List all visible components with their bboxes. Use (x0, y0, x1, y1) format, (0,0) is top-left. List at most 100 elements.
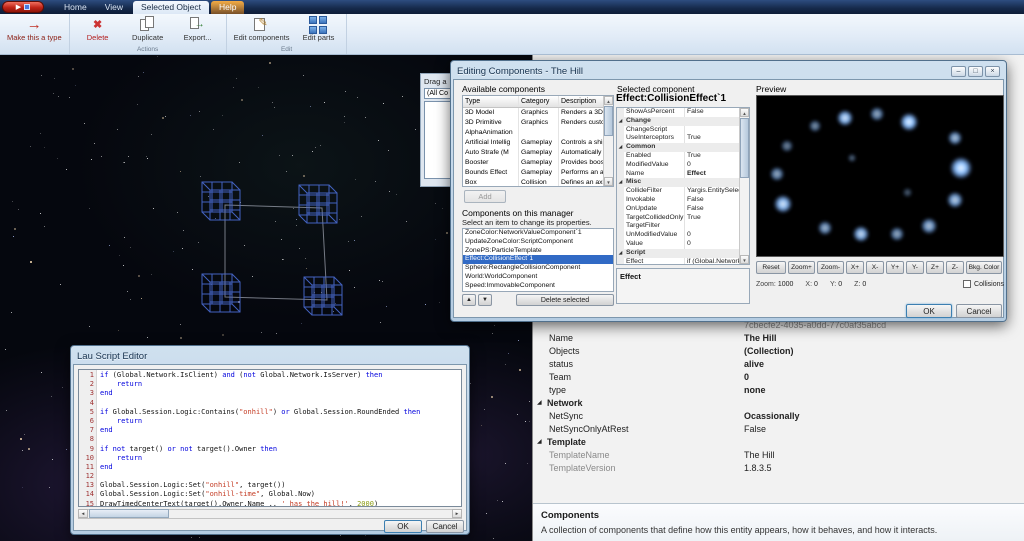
manager-component-item[interactable]: Effect:CollisionEffect`1 (463, 255, 613, 264)
manager-components-list[interactable]: ZoneColor:NetworkValueComponent`1UpdateZ… (462, 228, 614, 292)
ribbon-button-duplicate[interactable]: Duplicate (123, 15, 173, 42)
property-row-templatename[interactable]: TemplateNameThe Hill (533, 448, 1024, 461)
grid-row-targetcollidedonly[interactable]: TargetCollidedOnlyTrue (617, 214, 739, 223)
preview-button-x[interactable]: X- (866, 261, 884, 274)
scrollbar-thumb[interactable] (740, 118, 749, 178)
code-area[interactable]: if (Global.Network.IsClient) and (not Gl… (97, 370, 461, 506)
column-header-description[interactable]: Description (559, 96, 603, 107)
add-component-button[interactable]: Add (464, 190, 506, 203)
titlebar[interactable]: ▶ HomeViewSelected ObjectHelp (0, 0, 1024, 14)
grid-row-effect[interactable]: Effectif (Global.Network.I (617, 258, 739, 265)
ribbon-tab-selected-object[interactable]: Selected Object (133, 1, 209, 14)
preview-button-reset[interactable]: Reset (756, 261, 786, 274)
minimize-icon[interactable]: – (951, 66, 966, 77)
delete-selected-button[interactable]: Delete selected (516, 294, 614, 306)
code-editor[interactable]: 123456789101112131415 if (Global.Network… (78, 369, 462, 507)
grid-row-onupdate[interactable]: OnUpdateFalse (617, 205, 739, 214)
preview-button-z[interactable]: Z+ (926, 261, 944, 274)
property-grid-scrollbar[interactable]: ▲ ▼ (739, 108, 749, 264)
property-row-templateversion[interactable]: TemplateVersion1.8.3.5 (533, 461, 1024, 474)
column-header-category[interactable]: Category (519, 96, 559, 107)
close-icon[interactable]: × (985, 66, 1000, 77)
property-row-objects[interactable]: Objects(Collection) (533, 344, 1024, 357)
maximize-icon[interactable]: □ (968, 66, 983, 77)
available-component-row[interactable]: 3D PrimitiveGraphicsRenders custom 3D (463, 118, 603, 128)
scroll-left-arrow-icon[interactable]: ◄ (78, 509, 88, 518)
move-down-button[interactable]: ▼ (478, 294, 492, 306)
grid-row-showaspercent[interactable]: ShowAsPercentFalse (617, 108, 739, 117)
ribbon-button-edit-components[interactable]: ✎Edit components (230, 15, 294, 42)
grid-row-unmodifiedvalue[interactable]: UnModifiedValue0 (617, 231, 739, 240)
property-row-name[interactable]: NameThe Hill (533, 331, 1024, 344)
property-row-status[interactable]: statusalive (533, 357, 1024, 370)
ribbon-button-make-this-a-type[interactable]: →Make this a type (3, 15, 66, 42)
property-row-network[interactable]: ◢Network (533, 396, 1024, 409)
ribbon-tab-view[interactable]: View (97, 1, 131, 14)
scrollbar-thumb[interactable] (89, 509, 169, 518)
available-component-row[interactable]: AlphaAnimation (463, 128, 603, 138)
dialog-titlebar[interactable]: Editing Components - The Hill – □ × (453, 63, 1004, 79)
available-component-row[interactable]: BoxCollisionDefines an axis align (463, 178, 603, 187)
property-row-team[interactable]: Team0 (533, 370, 1024, 383)
manager-component-item[interactable]: World:WorldComponent (463, 273, 613, 282)
available-component-row[interactable]: 3D ModelGraphicsRenders a 3D model (463, 108, 603, 118)
preview-button-z[interactable]: Z- (946, 261, 964, 274)
manager-component-item[interactable]: UpdateZoneColor:ScriptComponent (463, 238, 613, 247)
scrollbar-thumb[interactable] (604, 106, 613, 136)
grid-row-invokable[interactable]: InvokableFalse (617, 196, 739, 205)
grid-row-modifiedvalue[interactable]: ModifiedValue0 (617, 161, 739, 170)
dialog-cancel-button[interactable]: Cancel (956, 304, 1002, 318)
property-row-netsync[interactable]: NetSyncOcassionally (533, 409, 1024, 422)
available-component-row[interactable]: Auto Strafe (MGameplayAutomatically stra… (463, 148, 603, 158)
column-header-type[interactable]: Type (463, 96, 519, 107)
horizontal-scrollbar[interactable]: ◄ ► (78, 509, 462, 519)
effect-preview[interactable] (756, 95, 1004, 257)
property-row-template[interactable]: ◢Template (533, 435, 1024, 448)
ribbon-button-export[interactable]: →Export... (173, 15, 223, 42)
ribbon-tab-help[interactable]: Help (211, 1, 244, 14)
available-component-row[interactable]: Artificial IntelligGameplayControls a sh… (463, 138, 603, 148)
preview-button-bkg-color[interactable]: Bkg. Color (966, 261, 1002, 274)
lua-cancel-button[interactable]: Cancel (426, 520, 464, 533)
manager-component-item[interactable]: ZonePS:ParticleTemplate (463, 247, 613, 256)
scroll-up-arrow-icon[interactable]: ▲ (604, 96, 613, 105)
grid-row-value[interactable]: Value0 (617, 240, 739, 249)
lua-window-titlebar[interactable]: Lau Script Editor (73, 348, 467, 364)
property-row-type[interactable]: typenone (533, 383, 1024, 396)
property-row-netsynconlyatrest[interactable]: NetSyncOnlyAtRestFalse (533, 422, 1024, 435)
move-up-button[interactable]: ▲ (462, 294, 476, 306)
grid-row-changescript[interactable]: ChangeScript (617, 126, 739, 135)
app-menu-button[interactable]: ▶ (2, 1, 44, 13)
scroll-up-arrow-icon[interactable]: ▲ (740, 108, 749, 117)
available-component-row[interactable]: Bounds EffectGameplayPerforms an action … (463, 168, 603, 178)
available-components-table[interactable]: TypeCategoryDescription 3D ModelGraphics… (462, 95, 614, 187)
ribbon-button-delete[interactable]: ✖Delete (73, 15, 123, 42)
collisions-checkbox[interactable] (963, 280, 971, 288)
preview-button-y[interactable]: Y- (906, 261, 924, 274)
dialog-ok-button[interactable]: OK (906, 304, 952, 318)
grid-row-misc[interactable]: ◢Misc (617, 178, 739, 187)
manager-component-item[interactable]: Sphere:RectangleCollisionComponent (463, 264, 613, 273)
grid-row-targetfilter[interactable]: TargetFilter (617, 222, 739, 231)
grid-row-name[interactable]: NameEffect (617, 170, 739, 179)
preview-button-y[interactable]: Y+ (886, 261, 904, 274)
manager-component-item[interactable]: Speed:ImmovableComponent (463, 282, 613, 291)
component-property-grid[interactable]: ShowAsPercentFalse◢ChangeChangeScriptUse… (616, 107, 750, 265)
preview-button-zoom[interactable]: Zoom- (817, 261, 844, 274)
grid-row-change[interactable]: ◢Change (617, 117, 739, 126)
preview-button-x[interactable]: X+ (846, 261, 864, 274)
manager-component-item[interactable]: ZoneColor:NetworkValueComponent`1 (463, 229, 613, 238)
grid-row-useinterceptors[interactable]: UseInterceptorsTrue (617, 134, 739, 143)
ribbon-button-edit-parts[interactable]: Edit parts (293, 15, 343, 42)
preview-button-zoom[interactable]: Zoom+ (788, 261, 815, 274)
scroll-right-arrow-icon[interactable]: ► (452, 509, 462, 518)
scroll-down-arrow-icon[interactable]: ▼ (604, 177, 613, 186)
scroll-down-arrow-icon[interactable]: ▼ (740, 255, 749, 264)
grid-row-common[interactable]: ◢Common (617, 143, 739, 152)
grid-row-collidefilter[interactable]: CollideFilterYargis.EntitySelecto (617, 187, 739, 196)
lua-ok-button[interactable]: OK (384, 520, 422, 533)
available-scrollbar[interactable]: ▲ ▼ (603, 96, 613, 186)
grid-row-script[interactable]: ◢Script (617, 249, 739, 258)
ribbon-tab-home[interactable]: Home (56, 1, 95, 14)
grid-row-enabled[interactable]: EnabledTrue (617, 152, 739, 161)
